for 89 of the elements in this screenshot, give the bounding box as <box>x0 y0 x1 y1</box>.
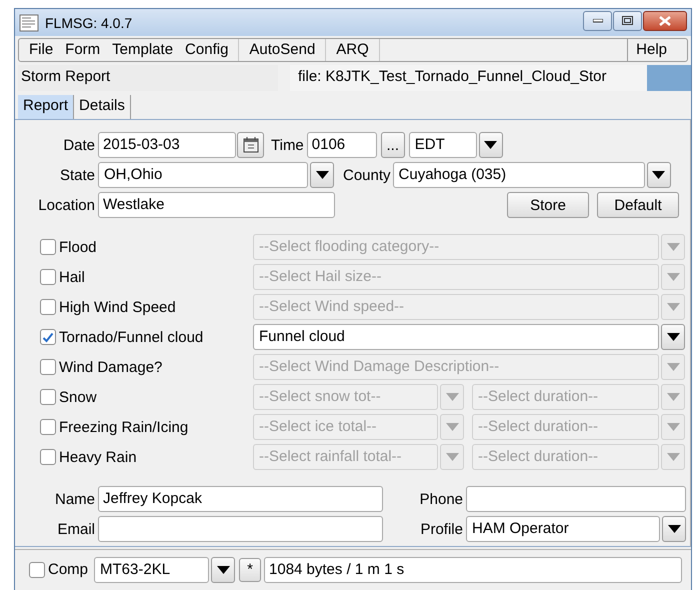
checkbox-label: Hail <box>59 268 85 286</box>
caret-icon <box>666 393 680 401</box>
minimize-icon <box>592 18 602 22</box>
name-field[interactable]: Jeffrey Kopcak <box>98 486 383 512</box>
checkbox-label: Snow <box>59 388 97 406</box>
field-label: Email <box>56 520 95 538</box>
field-label: Location <box>37 196 95 214</box>
app-icon <box>19 14 39 32</box>
window-title: FLMSG: 4.0.7 <box>45 14 134 30</box>
more-button[interactable]: ... <box>380 132 405 158</box>
caret-icon <box>666 303 680 311</box>
checkbox-label: Wind Damage? <box>59 358 162 376</box>
menu-item[interactable]: File <box>23 39 60 61</box>
caret-icon <box>668 525 680 533</box>
checkbox[interactable] <box>40 269 56 285</box>
checkbox-label: High Wind Speed <box>59 298 176 316</box>
time-field[interactable]: 0106 <box>306 132 377 158</box>
checkbox[interactable] <box>29 562 45 578</box>
field-label: Phone <box>418 490 463 508</box>
checkbox[interactable] <box>40 329 56 345</box>
location-field[interactable]: Westlake <box>98 192 335 218</box>
calendar-button[interactable] <box>237 132 264 158</box>
file-label: file: K8JTK_Test_Tornado_Funnel_Cloud_Stor <box>290 65 647 91</box>
checkbox-label: Comp <box>48 561 88 578</box>
close-button[interactable] <box>643 10 687 30</box>
dropdown-button[interactable] <box>662 516 686 542</box>
dropdown-field[interactable]: HAM Operator <box>466 516 660 542</box>
menu-item[interactable]: Config <box>179 39 234 61</box>
caret-icon <box>666 363 680 371</box>
checkbox[interactable] <box>40 299 56 315</box>
caret-icon <box>484 141 498 149</box>
checkbox-label: Flood <box>59 238 97 256</box>
tab[interactable]: Report <box>18 95 74 119</box>
checkbox[interactable] <box>40 449 56 465</box>
menu-item[interactable]: ARQ <box>330 39 375 61</box>
dropdown-button[interactable] <box>211 556 236 582</box>
dropdown-field[interactable]: OH,Ohio <box>98 162 308 188</box>
checkbox[interactable] <box>40 419 56 435</box>
checkbox[interactable] <box>40 389 56 405</box>
status-indicator <box>647 65 691 91</box>
checkbox-label: Tornado/Funnel cloud <box>59 328 204 346</box>
field-label: Profile <box>419 520 463 538</box>
caret-icon <box>446 453 458 461</box>
checkbox[interactable] <box>40 239 56 255</box>
calendar-icon <box>242 136 260 154</box>
form-name: Storm Report <box>18 65 278 91</box>
caret-icon <box>446 393 458 401</box>
caret-icon <box>666 453 680 461</box>
field-label: State <box>58 166 95 184</box>
checkbox-label: Heavy Rain <box>59 448 137 466</box>
checkmark-icon <box>42 332 54 342</box>
caret-icon <box>652 171 666 179</box>
dropdown-button[interactable] <box>661 324 685 350</box>
store-button[interactable]: Store <box>507 192 589 218</box>
dropdown-field[interactable]: MT63-2KL <box>94 556 210 582</box>
dropdown-field[interactable]: Funnel cloud <box>253 324 659 350</box>
dropdown-field[interactable]: EDT <box>408 132 477 158</box>
caret-icon <box>666 423 680 431</box>
caret-icon <box>216 566 230 574</box>
dropdown-button[interactable] <box>478 132 503 158</box>
dropdown-field[interactable]: Cuyahoga (035) <box>392 162 645 188</box>
menu-item[interactable]: Form <box>59 39 106 61</box>
dropdown-button[interactable] <box>310 162 334 188</box>
menu-item[interactable]: Help <box>627 39 687 61</box>
caret-icon <box>666 273 680 281</box>
maximize-icon <box>622 16 633 25</box>
close-icon <box>659 16 671 26</box>
star-button[interactable]: * <box>239 558 262 582</box>
field-label: Date <box>62 136 95 154</box>
default-button[interactable]: Default <box>597 192 679 218</box>
checkbox-label: Freezing Rain/Icing <box>59 418 188 436</box>
maximize-button[interactable] <box>613 10 642 30</box>
field-label: Time <box>271 136 304 154</box>
phone-field[interactable] <box>466 486 686 512</box>
caret-icon <box>316 171 328 179</box>
status-field: 1084 bytes / 1 m 1 s <box>264 556 682 582</box>
menu-item[interactable]: AutoSend <box>243 39 322 61</box>
minimize-button[interactable] <box>583 10 612 30</box>
email-field[interactable] <box>98 516 383 542</box>
caret-icon <box>666 333 680 341</box>
tab[interactable]: Details <box>74 95 131 119</box>
checkbox[interactable] <box>40 359 56 375</box>
field-label: Name <box>54 490 95 508</box>
date-field[interactable]: 2015-03-03 <box>98 132 236 158</box>
menu-item[interactable]: Template <box>106 39 180 61</box>
field-label: County <box>343 166 391 184</box>
dropdown-button[interactable] <box>646 162 671 188</box>
caret-icon <box>446 423 458 431</box>
caret-icon <box>666 243 680 251</box>
